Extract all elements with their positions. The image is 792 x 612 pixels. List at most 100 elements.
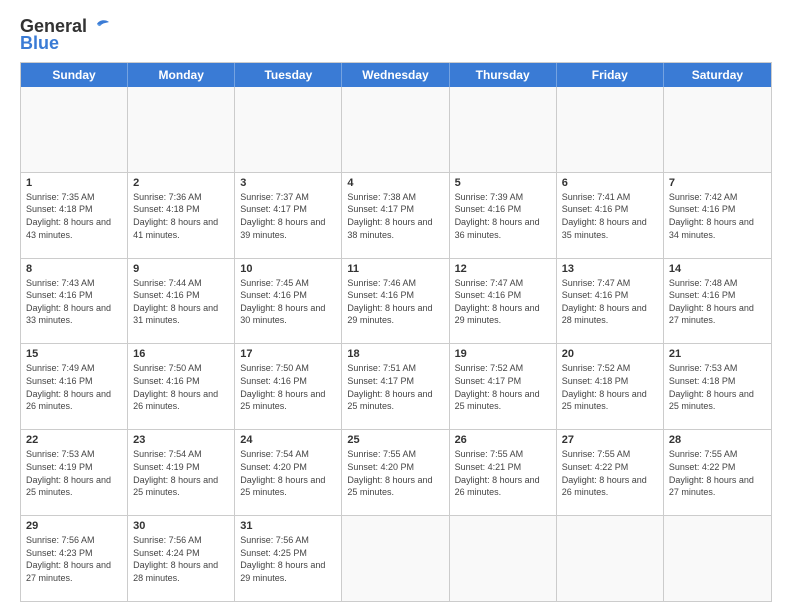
- cell-info: Sunrise: 7:53 AM Sunset: 4:18 PM Dayligh…: [669, 362, 766, 412]
- day-number: 10: [240, 263, 336, 275]
- cell-info: Sunrise: 7:56 AM Sunset: 4:24 PM Dayligh…: [133, 534, 229, 584]
- cell-info: Sunrise: 7:47 AM Sunset: 4:16 PM Dayligh…: [562, 277, 658, 327]
- day-number: 22: [26, 434, 122, 446]
- calendar-cell-empty: [342, 87, 449, 172]
- day-number: 24: [240, 434, 336, 446]
- calendar-cell-day-11: 11 Sunrise: 7:46 AM Sunset: 4:16 PM Dayli…: [342, 259, 449, 344]
- calendar-cell-day-30: 30 Sunrise: 7:56 AM Sunset: 4:24 PM Dayli…: [128, 516, 235, 601]
- calendar-cell-empty: [450, 516, 557, 601]
- cell-info: Sunrise: 7:52 AM Sunset: 4:18 PM Dayligh…: [562, 362, 658, 412]
- cell-info: Sunrise: 7:49 AM Sunset: 4:16 PM Dayligh…: [26, 362, 122, 412]
- calendar-cell-day-19: 19 Sunrise: 7:52 AM Sunset: 4:17 PM Dayli…: [450, 344, 557, 429]
- day-number: 3: [240, 177, 336, 189]
- day-number: 4: [347, 177, 443, 189]
- calendar-cell-day-23: 23Sunrise: 7:54 AM Sunset: 4:19 PM Dayli…: [128, 430, 235, 515]
- day-number: 26: [455, 434, 551, 446]
- cell-info: Sunrise: 7:41 AM Sunset: 4:16 PM Dayligh…: [562, 191, 658, 241]
- cell-info: Sunrise: 7:55 AM Sunset: 4:20 PM Dayligh…: [347, 448, 443, 498]
- calendar-cell-empty: [450, 87, 557, 172]
- calendar-cell-empty: [235, 87, 342, 172]
- cell-info: Sunrise: 7:51 AM Sunset: 4:17 PM Dayligh…: [347, 362, 443, 412]
- day-number: 17: [240, 348, 336, 360]
- calendar-cell-day-1: 1 Sunrise: 7:35 AM Sunset: 4:18 PM Daylig…: [21, 173, 128, 258]
- calendar-cell-day-28: 28 Sunrise: 7:55 AM Sunset: 4:22 PM Dayli…: [664, 430, 771, 515]
- day-number: 14: [669, 263, 766, 275]
- calendar-cell-day-24: 24Sunrise: 7:54 AM Sunset: 4:20 PM Dayli…: [235, 430, 342, 515]
- cell-info: Sunrise: 7:50 AM Sunset: 4:16 PM Dayligh…: [133, 362, 229, 412]
- calendar-cell-day-7: 7Sunrise: 7:42 AM Sunset: 4:16 PM Daylig…: [664, 173, 771, 258]
- day-number: 29: [26, 520, 122, 532]
- cell-info: Sunrise: 7:55 AM Sunset: 4:21 PM Dayligh…: [455, 448, 551, 498]
- day-of-week-wednesday: Wednesday: [342, 63, 449, 87]
- day-number: 16: [133, 348, 229, 360]
- calendar-page: General Blue SundayMondayTuesdayWednesda…: [0, 0, 792, 612]
- cell-info: Sunrise: 7:36 AM Sunset: 4:18 PM Dayligh…: [133, 191, 229, 241]
- day-number: 28: [669, 434, 766, 446]
- day-number: 25: [347, 434, 443, 446]
- cell-info: Sunrise: 7:55 AM Sunset: 4:22 PM Dayligh…: [562, 448, 658, 498]
- day-number: 7: [669, 177, 766, 189]
- calendar-cell-empty: [21, 87, 128, 172]
- calendar-cell-day-31: 31 Sunrise: 7:56 AM Sunset: 4:25 PM Dayli…: [235, 516, 342, 601]
- day-number: 31: [240, 520, 336, 532]
- calendar-cell-day-15: 15 Sunrise: 7:49 AM Sunset: 4:16 PM Dayli…: [21, 344, 128, 429]
- calendar-row-4: 22 Sunrise: 7:53 AM Sunset: 4:19 PM Dayli…: [21, 429, 771, 515]
- calendar: SundayMondayTuesdayWednesdayThursdayFrid…: [20, 62, 772, 602]
- calendar-cell-day-29: 29Sunrise: 7:56 AM Sunset: 4:23 PM Dayli…: [21, 516, 128, 601]
- calendar-cell-empty: [128, 87, 235, 172]
- cell-info: Sunrise: 7:46 AM Sunset: 4:16 PM Dayligh…: [347, 277, 443, 327]
- cell-info: Sunrise: 7:53 AM Sunset: 4:19 PM Dayligh…: [26, 448, 122, 498]
- day-number: 27: [562, 434, 658, 446]
- calendar-cell-day-20: 20 Sunrise: 7:52 AM Sunset: 4:18 PM Dayli…: [557, 344, 664, 429]
- day-of-week-tuesday: Tuesday: [235, 63, 342, 87]
- calendar-cell-day-26: 26 Sunrise: 7:55 AM Sunset: 4:21 PM Dayli…: [450, 430, 557, 515]
- page-header: General Blue: [20, 16, 772, 54]
- calendar-cell-day-12: 12Sunrise: 7:47 AM Sunset: 4:16 PM Dayli…: [450, 259, 557, 344]
- logo: General Blue: [20, 16, 111, 54]
- calendar-cell-day-21: 21 Sunrise: 7:53 AM Sunset: 4:18 PM Dayli…: [664, 344, 771, 429]
- cell-info: Sunrise: 7:55 AM Sunset: 4:22 PM Dayligh…: [669, 448, 766, 498]
- day-number: 1: [26, 177, 122, 189]
- calendar-cell-day-14: 14 Sunrise: 7:48 AM Sunset: 4:16 PM Dayli…: [664, 259, 771, 344]
- day-number: 20: [562, 348, 658, 360]
- calendar-cell-day-2: 2 Sunrise: 7:36 AM Sunset: 4:18 PM Daylig…: [128, 173, 235, 258]
- cell-info: Sunrise: 7:45 AM Sunset: 4:16 PM Dayligh…: [240, 277, 336, 327]
- day-number: 30: [133, 520, 229, 532]
- day-number: 15: [26, 348, 122, 360]
- day-number: 6: [562, 177, 658, 189]
- day-number: 18: [347, 348, 443, 360]
- logo-bird-icon: [89, 18, 111, 36]
- day-number: 8: [26, 263, 122, 275]
- calendar-cell-day-8: 8Sunrise: 7:43 AM Sunset: 4:16 PM Daylig…: [21, 259, 128, 344]
- day-number: 12: [455, 263, 551, 275]
- calendar-cell-day-9: 9 Sunrise: 7:44 AM Sunset: 4:16 PM Daylig…: [128, 259, 235, 344]
- day-of-week-saturday: Saturday: [664, 63, 771, 87]
- day-number: 19: [455, 348, 551, 360]
- calendar-body: 1 Sunrise: 7:35 AM Sunset: 4:18 PM Daylig…: [21, 87, 771, 601]
- cell-info: Sunrise: 7:35 AM Sunset: 4:18 PM Dayligh…: [26, 191, 122, 241]
- day-of-week-thursday: Thursday: [450, 63, 557, 87]
- calendar-row-2: 8Sunrise: 7:43 AM Sunset: 4:16 PM Daylig…: [21, 258, 771, 344]
- calendar-cell-day-17: 17 Sunrise: 7:50 AM Sunset: 4:16 PM Dayli…: [235, 344, 342, 429]
- calendar-cell-empty: [664, 516, 771, 601]
- cell-info: Sunrise: 7:52 AM Sunset: 4:17 PM Dayligh…: [455, 362, 551, 412]
- day-number: 21: [669, 348, 766, 360]
- day-number: 13: [562, 263, 658, 275]
- cell-info: Sunrise: 7:56 AM Sunset: 4:25 PM Dayligh…: [240, 534, 336, 584]
- day-number: 9: [133, 263, 229, 275]
- calendar-cell-day-10: 10 Sunrise: 7:45 AM Sunset: 4:16 PM Dayli…: [235, 259, 342, 344]
- day-of-week-monday: Monday: [128, 63, 235, 87]
- day-of-week-friday: Friday: [557, 63, 664, 87]
- day-number: 2: [133, 177, 229, 189]
- calendar-row-1: 1 Sunrise: 7:35 AM Sunset: 4:18 PM Daylig…: [21, 172, 771, 258]
- cell-info: Sunrise: 7:50 AM Sunset: 4:16 PM Dayligh…: [240, 362, 336, 412]
- day-number: 11: [347, 263, 443, 275]
- calendar-cell-day-18: 18 Sunrise: 7:51 AM Sunset: 4:17 PM Dayli…: [342, 344, 449, 429]
- calendar-cell-empty: [664, 87, 771, 172]
- logo-blue-text: Blue: [20, 33, 59, 54]
- calendar-cell-day-27: 27 Sunrise: 7:55 AM Sunset: 4:22 PM Dayli…: [557, 430, 664, 515]
- cell-info: Sunrise: 7:44 AM Sunset: 4:16 PM Dayligh…: [133, 277, 229, 327]
- calendar-cell-empty: [557, 516, 664, 601]
- calendar-header: SundayMondayTuesdayWednesdayThursdayFrid…: [21, 63, 771, 87]
- cell-info: Sunrise: 7:48 AM Sunset: 4:16 PM Dayligh…: [669, 277, 766, 327]
